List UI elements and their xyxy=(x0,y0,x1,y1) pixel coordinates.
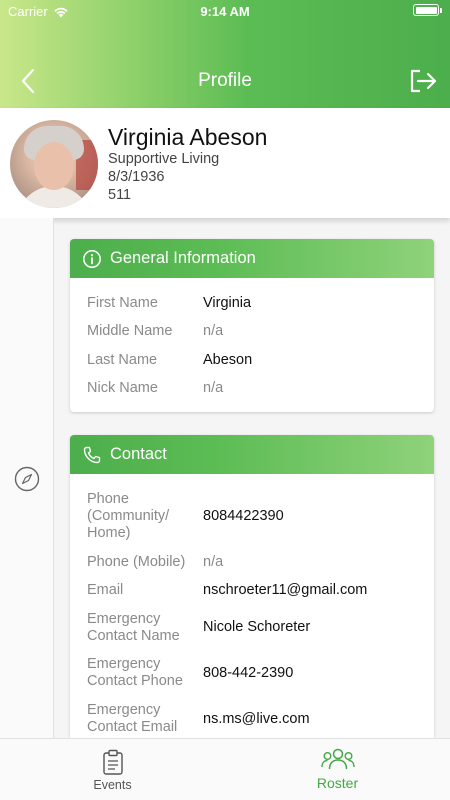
tab-bar: Events Roster xyxy=(0,738,450,800)
header: Carrier 9:14 AM Profile xyxy=(0,0,450,108)
contact-card: Contact Phone (Community/ Home) 80844223… xyxy=(70,435,434,738)
resident-birthdate: 8/3/1936 xyxy=(108,169,165,185)
contact-title: Contact xyxy=(110,445,167,463)
general-information-card: General Information First Name Virginia … xyxy=(70,239,434,412)
battery-fill xyxy=(415,6,437,14)
group-icon xyxy=(321,748,355,770)
resident-community: Supportive Living xyxy=(108,151,220,167)
tab-roster[interactable]: Roster xyxy=(225,739,450,800)
clipboard-icon xyxy=(103,749,123,775)
field-label: Nick Name xyxy=(87,380,158,396)
general-information-title: General Information xyxy=(110,249,256,267)
side-rail xyxy=(0,218,54,738)
logout-icon[interactable] xyxy=(408,66,438,96)
field-value: n/a xyxy=(203,323,224,339)
field-value: n/a xyxy=(203,554,224,570)
battery-icon xyxy=(413,4,442,16)
field-value[interactable]: nschroeter11@gmail.com xyxy=(203,582,367,598)
field-label: Emergency Contact Name xyxy=(87,611,180,644)
field-value: Nicole Schoreter xyxy=(203,619,311,635)
resident-name: Virginia Abeson xyxy=(108,124,268,150)
tab-events-label: Events xyxy=(93,778,132,792)
phone-icon xyxy=(83,446,101,463)
status-time: 9:14 AM xyxy=(200,4,250,19)
field-value[interactable]: ns.ms@live.com xyxy=(203,711,310,727)
page-title: Profile xyxy=(198,70,252,91)
field-label: Last Name xyxy=(87,352,158,368)
field-label: Emergency Contact Email xyxy=(87,702,178,735)
field-label: Phone (Mobile) xyxy=(87,554,186,570)
field-value[interactable]: 808-442-2390 xyxy=(203,665,293,681)
contact-header: Contact xyxy=(70,435,434,474)
avatar xyxy=(10,120,98,208)
compass-icon[interactable] xyxy=(14,466,40,492)
field-value: Abeson xyxy=(203,352,253,368)
field-label: First Name xyxy=(87,295,158,311)
info-icon xyxy=(83,249,101,268)
resident-room: 511 xyxy=(108,187,132,203)
field-value: n/a xyxy=(203,380,224,396)
field-value[interactable]: 8084422390 xyxy=(203,508,284,524)
field-label: Emergency Contact Phone xyxy=(87,656,183,689)
tab-roster-label: Roster xyxy=(316,775,359,791)
general-information-header: General Information xyxy=(70,239,434,278)
field-label: Email xyxy=(87,582,124,598)
tab-events[interactable]: Events xyxy=(0,739,225,800)
status-bar: Carrier 9:14 AM xyxy=(0,0,450,22)
field-label: Middle Name xyxy=(87,323,173,339)
field-value: Virginia xyxy=(203,295,252,311)
field-label: Phone (Community/ Home) xyxy=(87,491,170,541)
